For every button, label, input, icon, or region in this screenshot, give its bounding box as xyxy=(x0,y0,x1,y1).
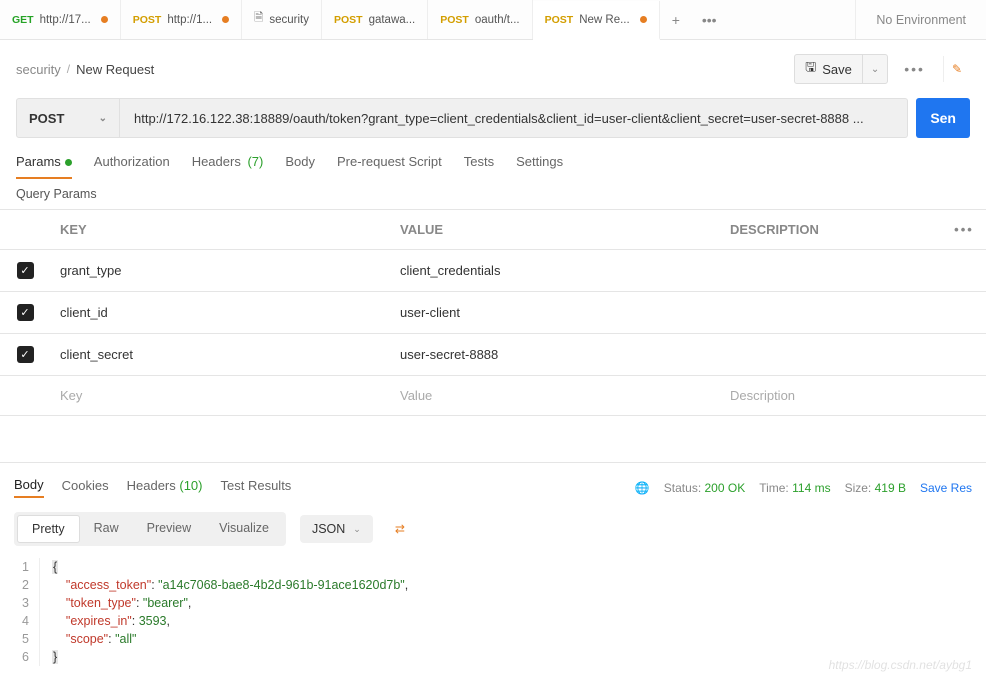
response-toolbar: Pretty Raw Preview Visualize JSON⌄ ⇄ xyxy=(0,506,986,552)
breadcrumb-parent[interactable]: security xyxy=(16,62,61,77)
param-key[interactable]: client_id xyxy=(50,293,390,332)
save-response-button[interactable]: Save Res xyxy=(920,481,972,495)
tab-headers[interactable]: Headers (7) xyxy=(192,154,264,179)
tab-authorization[interactable]: Authorization xyxy=(94,154,170,179)
tab-get-1[interactable]: GEThttp://17... xyxy=(0,0,121,39)
view-visualize[interactable]: Visualize xyxy=(205,515,283,543)
save-dropdown[interactable]: ⌄ xyxy=(862,54,887,84)
resp-tab-body[interactable]: Body xyxy=(14,477,44,498)
unsaved-dot-icon xyxy=(101,16,108,23)
globe-icon[interactable]: 🌐 xyxy=(635,481,650,495)
tab-params[interactable]: Params xyxy=(16,154,72,179)
table-header: KEY VALUE DESCRIPTION ••• xyxy=(0,210,986,250)
unsaved-dot-icon xyxy=(222,16,229,23)
tab-folder-3[interactable]: 🗎security xyxy=(242,0,322,39)
view-preview[interactable]: Preview xyxy=(133,515,205,543)
tab-body[interactable]: Body xyxy=(285,154,315,179)
save-button-group: 🖫 Save ⌄ xyxy=(794,54,888,84)
resp-tab-cookies[interactable]: Cookies xyxy=(62,478,109,497)
param-value[interactable]: client_credentials xyxy=(390,251,720,290)
add-tab-icon[interactable]: + xyxy=(668,8,684,32)
send-button[interactable]: Sen xyxy=(916,98,970,138)
tab-post-6[interactable]: POSTNew Re... xyxy=(533,1,660,40)
params-table: KEY VALUE DESCRIPTION ••• ✓ grant_type c… xyxy=(0,209,986,416)
method-selector[interactable]: POST ⌄ xyxy=(16,98,120,138)
tabs-bar: GEThttp://17... POSThttp://1... 🗎securit… xyxy=(0,0,986,40)
breadcrumb-sep: / xyxy=(67,62,70,76)
tab-settings[interactable]: Settings xyxy=(516,154,563,179)
breadcrumb-current: New Request xyxy=(76,62,154,77)
save-button[interactable]: 🖫 Save xyxy=(795,58,862,80)
resp-tab-results[interactable]: Test Results xyxy=(221,478,292,497)
active-dot-icon xyxy=(65,159,72,166)
table-row: ✓ client_id user-client xyxy=(0,292,986,334)
tab-post-4[interactable]: POSTgatawa... xyxy=(322,0,428,39)
checkbox[interactable]: ✓ xyxy=(17,262,34,279)
resp-tab-headers[interactable]: Headers (10) xyxy=(127,478,203,497)
table-row-new[interactable]: Key Value Description xyxy=(0,376,986,416)
request-tabs: Params Authorization Headers (7) Body Pr… xyxy=(0,144,986,179)
format-selector[interactable]: JSON⌄ xyxy=(300,515,373,543)
title-row: security / New Request 🖫 Save ⌄ ••• ✎ xyxy=(0,40,986,98)
table-row: ✓ grant_type client_credentials xyxy=(0,250,986,292)
response-status: 🌐 Status: 200 OK Time: 114 ms Size: 419 … xyxy=(635,481,972,495)
view-raw[interactable]: Raw xyxy=(80,515,133,543)
environment-selector[interactable]: No Environment xyxy=(855,0,986,39)
view-mode-segment: Pretty Raw Preview Visualize xyxy=(14,512,286,546)
code-body[interactable]: { "access_token": "a14c7068-bae8-4b2d-96… xyxy=(40,558,408,666)
checkbox[interactable]: ✓ xyxy=(17,346,34,363)
param-value[interactable]: user-client xyxy=(390,293,720,332)
param-desc[interactable] xyxy=(720,259,942,283)
tab-post-2[interactable]: POSThttp://1... xyxy=(121,0,242,39)
chevron-down-icon: ⌄ xyxy=(353,524,361,535)
response-tabs: Body Cookies Headers (10) Test Results 🌐… xyxy=(0,469,986,506)
tab-post-5[interactable]: POSToauth/t... xyxy=(428,0,532,39)
table-row: ✓ client_secret user-secret-8888 xyxy=(0,334,986,376)
line-gutter: 123456 xyxy=(0,558,40,666)
param-desc[interactable] xyxy=(720,343,942,367)
tab-actions: + ••• xyxy=(660,8,729,32)
view-pretty[interactable]: Pretty xyxy=(17,515,80,543)
save-icon: 🖫 xyxy=(805,58,816,80)
watermark: https://blog.csdn.net/aybg1 xyxy=(829,658,972,672)
chevron-down-icon: ⌄ xyxy=(99,113,107,124)
param-key[interactable]: grant_type xyxy=(50,251,390,290)
edit-icon[interactable]: ✎ xyxy=(943,56,970,82)
param-key[interactable]: client_secret xyxy=(50,335,390,374)
response-panel: Body Cookies Headers (10) Test Results 🌐… xyxy=(0,462,986,682)
wrap-lines-icon[interactable]: ⇄ xyxy=(389,516,411,542)
unsaved-dot-icon xyxy=(640,16,647,23)
query-params-title: Query Params xyxy=(0,179,986,209)
tab-tests[interactable]: Tests xyxy=(464,154,494,179)
tab-prerequest[interactable]: Pre-request Script xyxy=(337,154,442,179)
file-icon: 🗎 xyxy=(254,10,263,29)
url-input[interactable] xyxy=(120,98,908,138)
checkbox[interactable]: ✓ xyxy=(17,304,34,321)
column-options-icon[interactable]: ••• xyxy=(942,210,986,249)
more-actions-icon[interactable]: ••• xyxy=(898,61,931,77)
param-value[interactable]: user-secret-8888 xyxy=(390,335,720,374)
param-desc[interactable] xyxy=(720,301,942,325)
more-tabs-icon[interactable]: ••• xyxy=(698,8,721,32)
url-row: POST ⌄ Sen xyxy=(0,98,986,138)
